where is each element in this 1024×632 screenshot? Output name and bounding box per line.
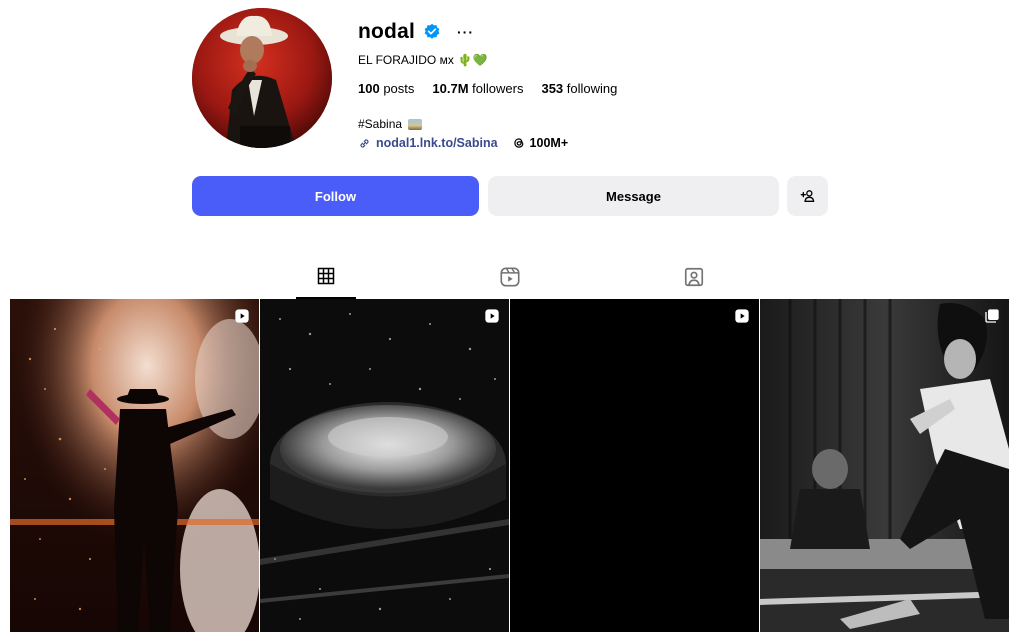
follow-button[interactable]: Follow: [192, 176, 479, 216]
reels-icon: [500, 267, 520, 287]
reel-icon: [485, 309, 499, 323]
tab-posts[interactable]: [296, 262, 356, 299]
tab-reels[interactable]: [480, 262, 540, 299]
tagged-icon: [684, 267, 704, 287]
carousel-icon: [985, 309, 999, 323]
post-thumbnail-concert: [10, 299, 259, 632]
post-tile[interactable]: [760, 299, 1009, 632]
more-options-button[interactable]: ···: [457, 25, 474, 39]
grid-icon: [317, 267, 335, 285]
post-thumbnail-black: [510, 299, 759, 632]
threads-link[interactable]: 100M+: [512, 136, 569, 150]
username: nodal: [358, 20, 415, 43]
sunrise-photo-emoji-icon: [408, 118, 423, 130]
posts-stat: 100 posts: [358, 81, 414, 96]
profile-stats: 100 posts 10.7M followers 353 following: [358, 81, 617, 96]
full-name-emojis: 🌵💚: [457, 53, 488, 67]
suggested-accounts-button[interactable]: [787, 176, 828, 216]
followers-label: followers: [472, 81, 524, 96]
threads-count: 100M+: [529, 136, 569, 150]
link-icon: [360, 138, 369, 148]
full-name: EL FORAJIDO ᴍx: [358, 53, 454, 67]
post-tile[interactable]: [510, 299, 759, 632]
tab-tagged[interactable]: [664, 262, 724, 299]
external-link-text: nodal1.lnk.to/Sabina: [376, 136, 498, 150]
full-name-row: EL FORAJIDO ᴍx 🌵💚: [358, 53, 488, 67]
threads-icon: [513, 138, 523, 148]
post-thumbnail-singer: [760, 299, 1009, 632]
external-link[interactable]: nodal1.lnk.to/Sabina: [358, 136, 498, 150]
bio-hashtag[interactable]: #Sabina: [358, 117, 402, 131]
profile-avatar[interactable]: [192, 8, 332, 148]
following-count: 353: [541, 81, 564, 96]
profile-links: nodal1.lnk.to/Sabina 100M+: [358, 136, 568, 150]
bio: #Sabina: [358, 117, 423, 131]
post-tile[interactable]: [260, 299, 509, 632]
posts-label: posts: [383, 81, 415, 96]
followers-count: 10.7M: [432, 81, 469, 96]
post-tile[interactable]: [10, 299, 259, 632]
verified-badge-icon: [424, 23, 440, 39]
message-button[interactable]: Message: [488, 176, 779, 216]
profile-tabs: [0, 262, 1024, 299]
followers-stat[interactable]: 10.7M followers: [432, 81, 523, 96]
avatar-image: [192, 8, 332, 148]
username-row: nodal ···: [358, 20, 474, 44]
posts-count: 100: [358, 81, 380, 96]
reel-icon: [235, 309, 249, 323]
reel-icon: [735, 309, 749, 323]
posts-grid: [10, 299, 1009, 632]
post-thumbnail-stadium: [260, 299, 509, 632]
add-person-icon: [800, 190, 814, 202]
following-stat[interactable]: 353 following: [541, 81, 617, 96]
following-label: following: [566, 81, 618, 96]
